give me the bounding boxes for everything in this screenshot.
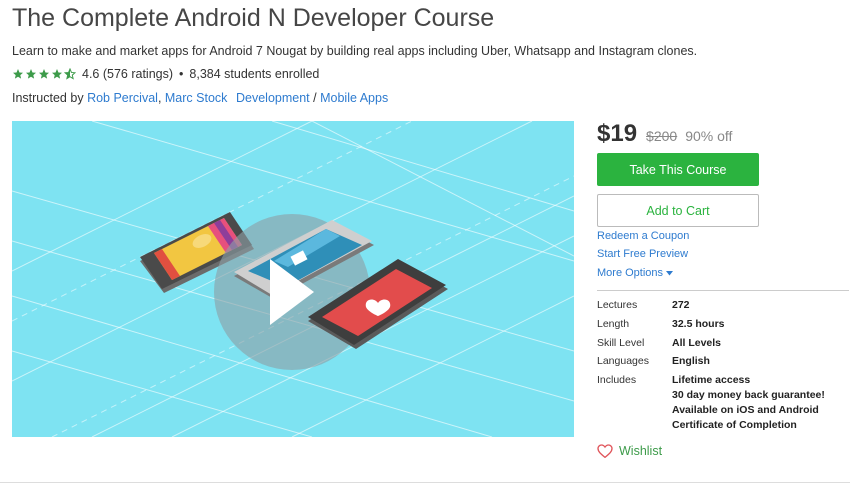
includes-item: 30 day money back guarantee! bbox=[672, 389, 825, 401]
star-icon bbox=[39, 69, 49, 79]
lectures-value: 272 bbox=[672, 299, 690, 311]
star-icon bbox=[13, 69, 23, 79]
includes-label: Includes bbox=[597, 374, 637, 386]
heart-icon bbox=[597, 444, 613, 458]
course-title: The Complete Android N Developer Course bbox=[12, 4, 495, 32]
rating-row: 4.6 (576 ratings) • 8,384 students enrol… bbox=[12, 67, 319, 81]
category-link[interactable]: Development bbox=[236, 91, 310, 105]
instructed-by-label: Instructed by bbox=[12, 91, 84, 105]
star-icon bbox=[52, 69, 62, 79]
star-icon bbox=[26, 69, 36, 79]
discount-text: 90% off bbox=[685, 128, 733, 144]
wishlist-button[interactable]: Wishlist bbox=[597, 444, 662, 458]
length-value: 32.5 hours bbox=[672, 318, 725, 330]
instructor-link-2[interactable]: Marc Stock bbox=[165, 91, 228, 105]
star-half-icon bbox=[64, 68, 76, 80]
skill-level-value: All Levels bbox=[672, 337, 722, 349]
includes-item: Available on iOS and Android bbox=[672, 404, 819, 416]
price-row: $19 $200 90% off bbox=[597, 120, 732, 148]
more-options-link[interactable]: More Options bbox=[597, 267, 674, 279]
take-course-button[interactable]: Take This Course bbox=[597, 153, 759, 186]
instructor-link-1[interactable]: Rob Percival bbox=[87, 91, 158, 105]
caret-down-icon bbox=[666, 271, 674, 276]
instructed-by: Instructed by Rob Percival, Marc Stock bbox=[12, 91, 227, 105]
includes-item: Lifetime access bbox=[672, 374, 751, 386]
includes-item: Certificate of Completion bbox=[672, 419, 797, 431]
breadcrumb: Development / Mobile Apps bbox=[236, 91, 388, 105]
add-to-cart-button[interactable]: Add to Cart bbox=[597, 194, 759, 227]
current-price: $19 bbox=[597, 120, 638, 147]
languages-label: Languages bbox=[597, 355, 649, 367]
lectures-label: Lectures bbox=[597, 299, 638, 311]
redeem-coupon-link[interactable]: Redeem a Coupon bbox=[597, 230, 689, 242]
free-preview-link[interactable]: Start Free Preview bbox=[597, 248, 688, 260]
more-options-label: More Options bbox=[597, 267, 664, 279]
instructor-separator: , bbox=[157, 91, 165, 105]
course-preview-video[interactable] bbox=[12, 121, 574, 437]
page-bottom-border bbox=[0, 482, 850, 483]
wishlist-label: Wishlist bbox=[619, 444, 663, 458]
subcategory-link[interactable]: Mobile Apps bbox=[320, 91, 388, 105]
original-price: $200 bbox=[646, 128, 678, 144]
languages-value: English bbox=[672, 355, 710, 367]
skill-level-label: Skill Level bbox=[597, 337, 645, 349]
breadcrumb-separator: / bbox=[313, 91, 317, 105]
rating-text: 4.6 (576 ratings) bbox=[82, 67, 174, 81]
enrolled-count: 8,384 students enrolled bbox=[189, 67, 320, 81]
length-label: Length bbox=[597, 318, 630, 330]
course-subtitle: Learn to make and market apps for Androi… bbox=[12, 44, 698, 58]
rating-stars bbox=[12, 68, 76, 80]
preview-illustration bbox=[12, 121, 574, 437]
details-divider bbox=[597, 290, 849, 291]
dot-separator: • bbox=[179, 67, 184, 81]
